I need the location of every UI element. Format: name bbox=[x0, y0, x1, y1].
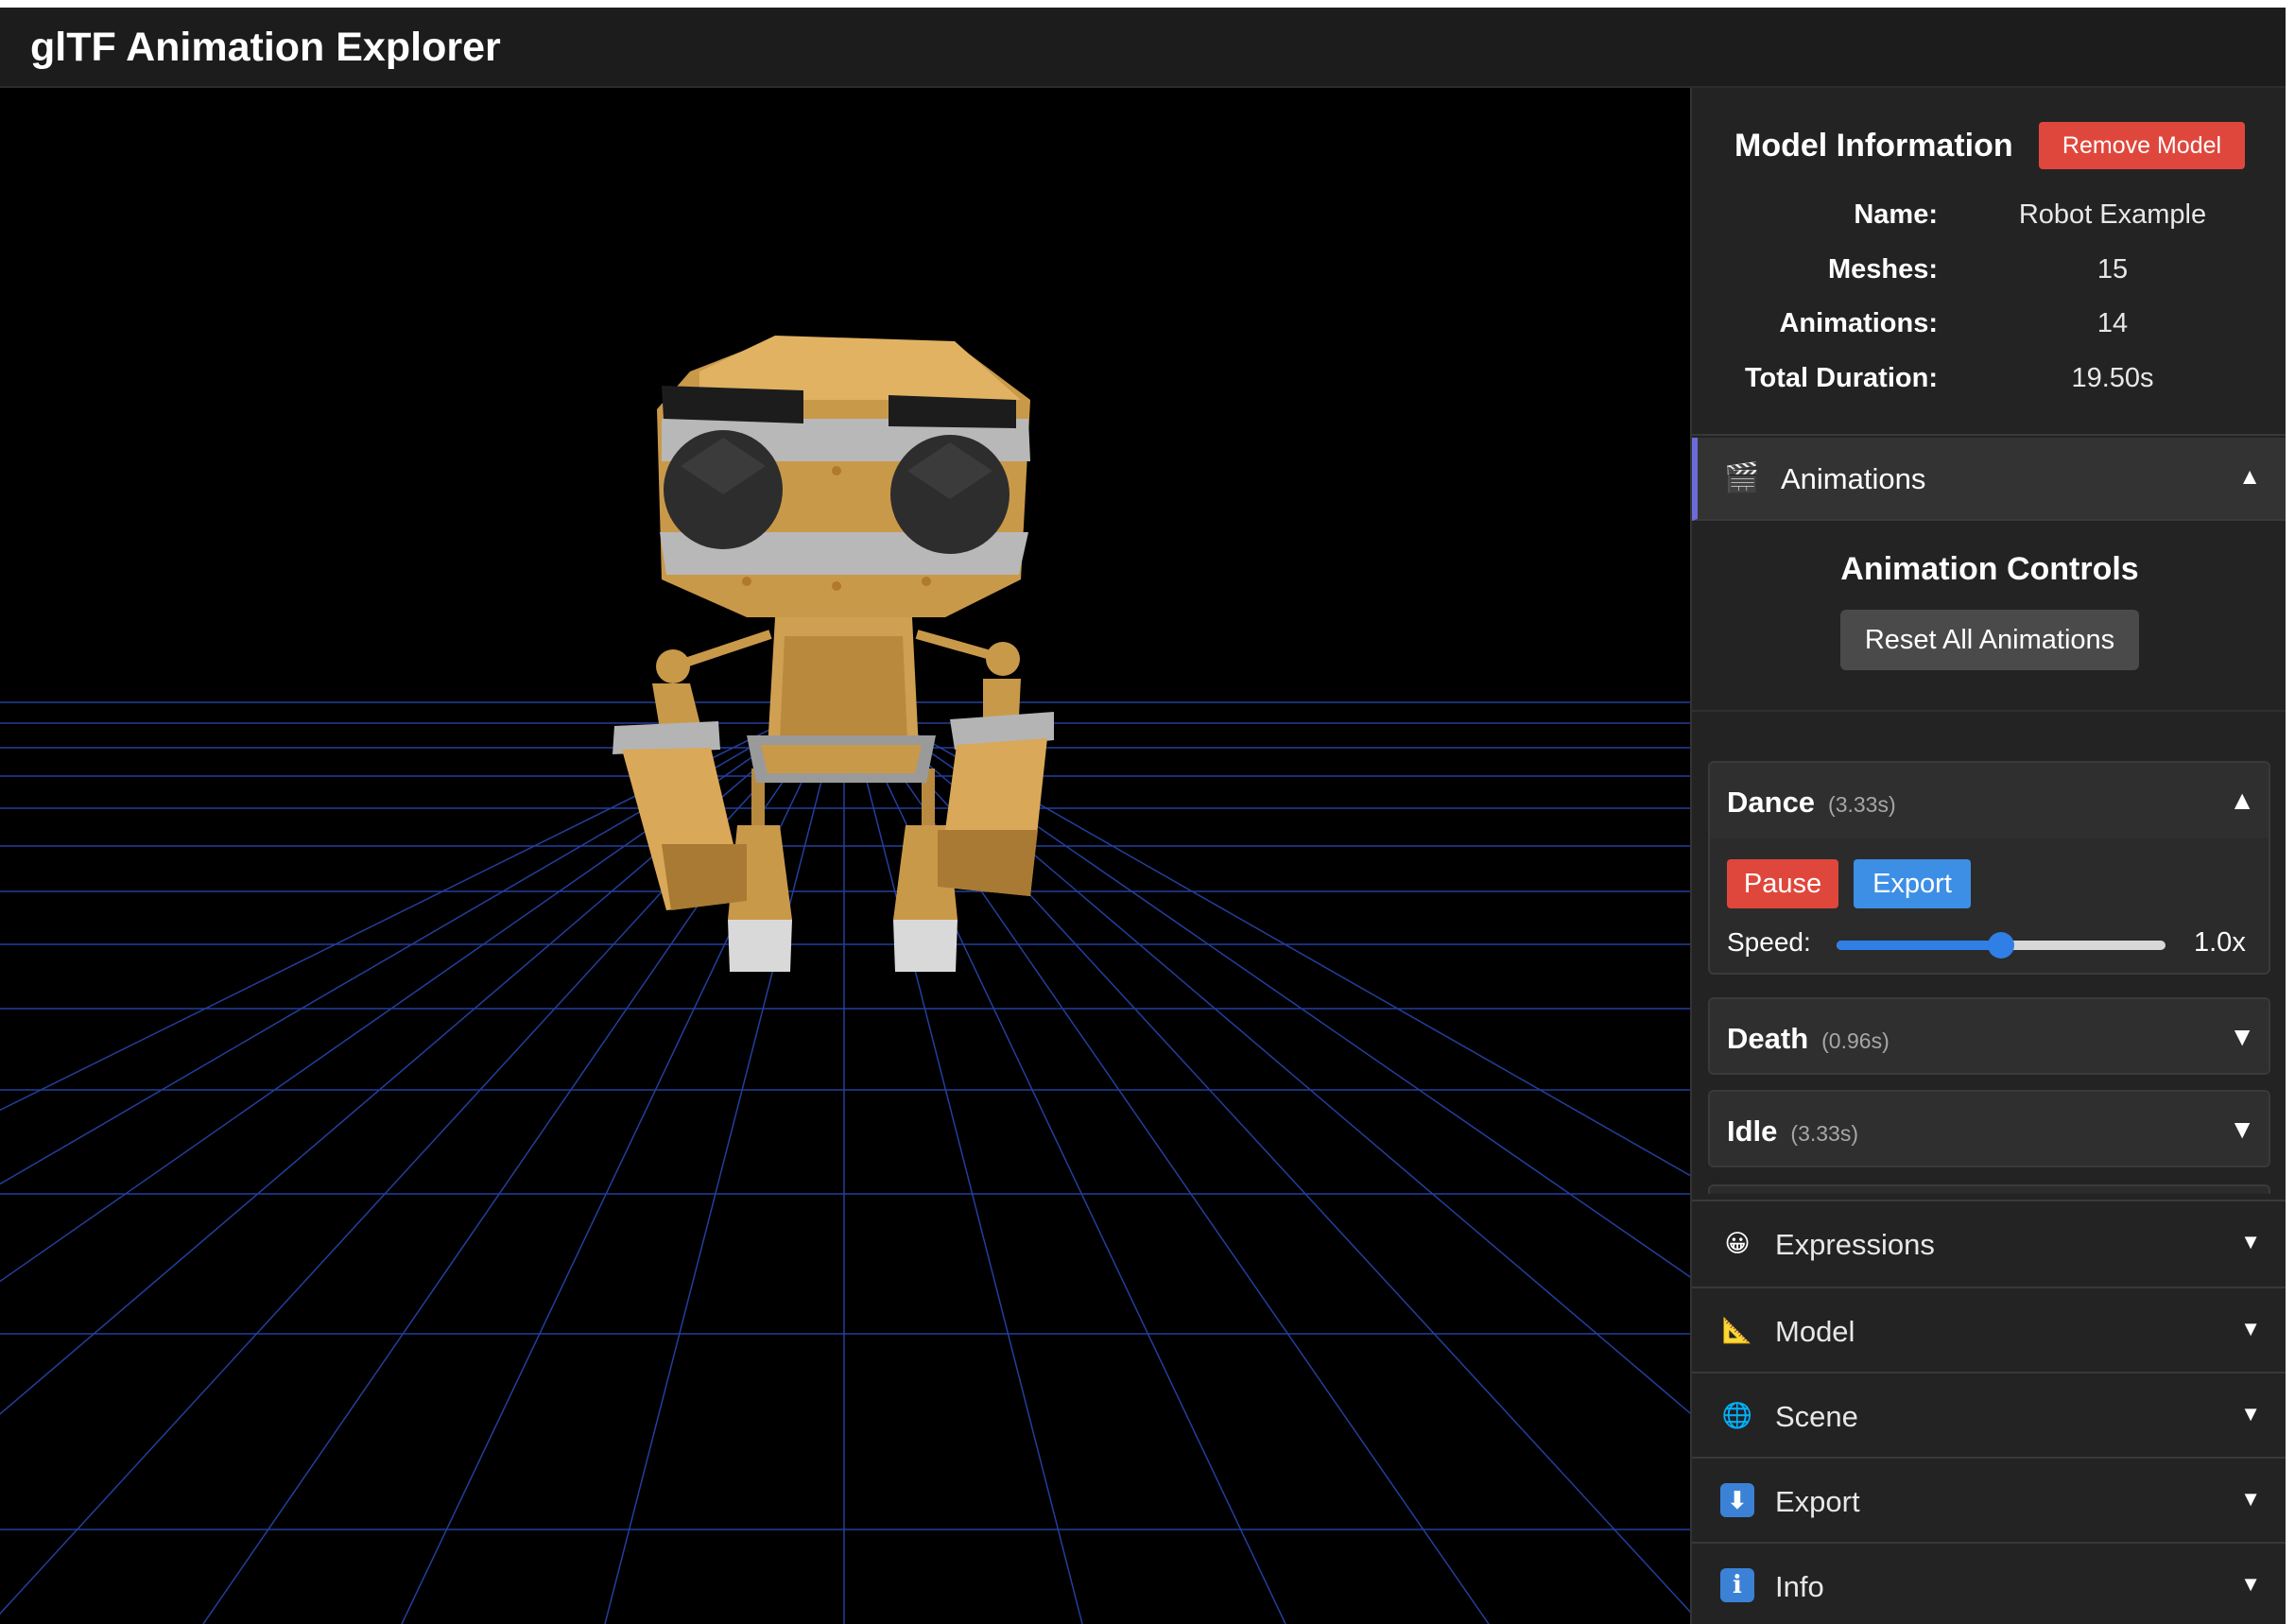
info-value: 15 bbox=[2097, 254, 2129, 285]
animation-card-header[interactable]: Idle (3.33s) ▼ bbox=[1710, 1092, 2269, 1166]
chevron-down-icon: ▼ bbox=[2240, 1487, 2261, 1511]
speed-slider-fill bbox=[1837, 941, 2001, 950]
reset-animations-button[interactable]: Reset All Animations bbox=[1840, 610, 2139, 670]
chevron-down-icon: ▼ bbox=[2240, 1317, 2261, 1340]
floor-grid bbox=[0, 692, 1690, 1624]
animation-card-dance: Dance (3.33s) ▲ Pause Export Speed: 1.0x bbox=[1708, 761, 2270, 975]
side-panel: Model Information Remove Model Name: Rob… bbox=[1690, 88, 2286, 1624]
info-label: Name: bbox=[1854, 199, 1938, 230]
section-export[interactable]: ⬇ Export ▼ bbox=[1692, 1457, 2286, 1542]
section-scene[interactable]: 🌐 Scene ▼ bbox=[1692, 1372, 2286, 1457]
animation-card-header[interactable]: Dance (3.33s) ▲ bbox=[1710, 763, 2269, 838]
info-value: 19.50s bbox=[2071, 363, 2154, 393]
section-label: Animations bbox=[1781, 462, 1926, 495]
info-row-animations: Animations: 14 bbox=[1692, 308, 2286, 355]
window-top-edge bbox=[0, 0, 2295, 8]
speed-slider-thumb[interactable] bbox=[1988, 932, 2014, 959]
info-label: Total Duration: bbox=[1744, 363, 1938, 393]
app-title: glTF Animation Explorer bbox=[30, 25, 501, 70]
globe-icon: 🌐 bbox=[1721, 1401, 1753, 1429]
info-row-name: Name: Robot Example bbox=[1692, 199, 2286, 247]
model-info-heading: Model Information bbox=[1734, 128, 2013, 164]
section-model[interactable]: 📐 Model ▼ bbox=[1692, 1287, 2286, 1372]
info-value: 14 bbox=[2097, 308, 2129, 338]
animation-name: Death bbox=[1727, 1022, 1809, 1055]
3d-viewport[interactable] bbox=[0, 88, 1690, 1624]
animation-controls: Animation Controls Reset All Animations bbox=[1692, 523, 2286, 712]
chevron-down-icon: ▼ bbox=[2240, 1402, 2261, 1425]
info-label: Animations: bbox=[1779, 308, 1938, 338]
info-row-duration: Total Duration: 19.50s bbox=[1692, 363, 2286, 410]
section-info[interactable]: i Info ▼ bbox=[1692, 1542, 2286, 1624]
app-header: glTF Animation Explorer bbox=[0, 8, 2286, 88]
chevron-up-icon[interactable]: ▲ bbox=[2229, 786, 2255, 816]
animation-duration: (3.33s) bbox=[1790, 1121, 1858, 1146]
chevron-down-icon[interactable]: ▼ bbox=[2229, 1114, 2255, 1145]
chevron-down-icon: ▼ bbox=[2240, 1230, 2261, 1253]
animation-duration: (0.96s) bbox=[1821, 1028, 1889, 1053]
section-label: Info bbox=[1775, 1570, 1824, 1603]
chevron-down-icon: ▼ bbox=[2240, 1572, 2261, 1596]
animation-card-idle[interactable]: Idle (3.33s) ▼ bbox=[1708, 1090, 2270, 1167]
robot-model bbox=[613, 336, 1054, 972]
section-expressions[interactable]: 😀 Expressions ▼ bbox=[1692, 1200, 2286, 1288]
animation-card-header[interactable]: Death (0.96s) ▼ bbox=[1710, 999, 2269, 1073]
info-icon: i bbox=[1720, 1568, 1754, 1602]
animation-controls-title: Animation Controls bbox=[1840, 551, 2139, 587]
clapperboard-icon: 🎬 bbox=[1724, 462, 1760, 493]
info-value: Robot Example bbox=[2018, 199, 2207, 230]
model-info-card: Model Information Remove Model Name: Rob… bbox=[1692, 88, 2286, 436]
section-label: Model bbox=[1775, 1315, 1855, 1348]
speed-value: 1.0x bbox=[2194, 927, 2246, 958]
section-label: Expressions bbox=[1775, 1228, 1935, 1261]
animation-name: Idle bbox=[1727, 1114, 1778, 1148]
remove-model-button[interactable]: Remove Model bbox=[2039, 122, 2245, 169]
section-animations[interactable]: 🎬 Animations ▲ bbox=[1692, 438, 2286, 521]
chevron-down-icon[interactable]: ▼ bbox=[2229, 1022, 2255, 1052]
animation-name: Dance bbox=[1727, 786, 1816, 819]
download-icon: ⬇ bbox=[1720, 1483, 1754, 1517]
section-label: Export bbox=[1775, 1485, 1860, 1518]
section-label: Scene bbox=[1775, 1400, 1858, 1433]
animation-duration: (3.33s) bbox=[1828, 792, 1896, 817]
info-row-meshes: Meshes: 15 bbox=[1692, 254, 2286, 302]
window-right-edge bbox=[2286, 0, 2295, 1624]
smiley-icon: 😀 bbox=[1724, 1229, 1751, 1257]
speed-slider[interactable] bbox=[1837, 932, 2166, 959]
info-label: Meshes: bbox=[1827, 254, 1938, 285]
scene-canvas[interactable] bbox=[0, 88, 1690, 1624]
export-animation-button[interactable]: Export bbox=[1854, 859, 1971, 908]
animation-card-death[interactable]: Death (0.96s) ▼ bbox=[1708, 997, 2270, 1075]
speed-label: Speed: bbox=[1727, 927, 1811, 957]
triangle-ruler-icon: 📐 bbox=[1721, 1316, 1753, 1344]
chevron-up-icon: ▲ bbox=[2238, 464, 2261, 490]
animation-card-partial bbox=[1708, 1184, 2270, 1194]
pause-button[interactable]: Pause bbox=[1727, 859, 1838, 908]
